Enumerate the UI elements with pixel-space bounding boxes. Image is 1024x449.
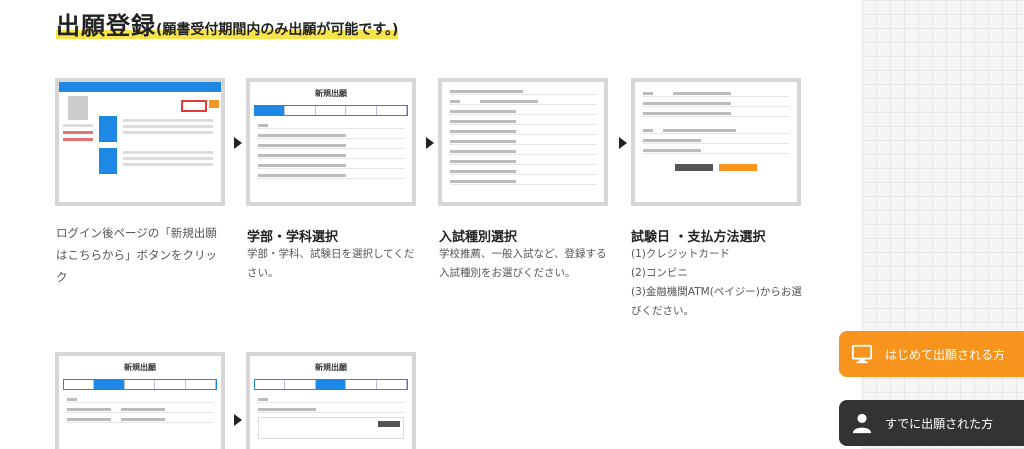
arrow-right-icon <box>426 137 434 149</box>
step3-description: 学校推薦、一般入試など、登録する 入試種別をお選びください。 <box>439 248 607 279</box>
arrow-right-icon <box>619 137 627 149</box>
step1-screenshot <box>55 78 225 206</box>
step4-description: (1)クレジットカード (2)コンビニ (3)金融機関ATM(ペイジー)からお選 びく… <box>631 248 802 317</box>
title-main: 出願登録 <box>56 12 156 40</box>
step2-description: 学部・学科、試験日を選択してくだ さい。 <box>247 248 415 279</box>
step3-screenshot <box>438 78 608 206</box>
title-sub: (願書受付期間内のみ出願が可能です。) <box>156 22 399 38</box>
step4-screenshot <box>631 78 801 206</box>
first-time-applicant-button[interactable]: はじめて出願される方 <box>839 331 1024 377</box>
step2-title: 学部・学科選択 <box>247 230 339 245</box>
already-applied-label: すでに出願された方 <box>885 416 994 431</box>
step1-description: ログイン後ページの「新規出願 はこちらから」ボタンをクリック <box>56 226 217 284</box>
arrow-right-icon <box>234 414 242 426</box>
person-icon <box>852 413 872 434</box>
first-time-applicant-label: はじめて出願される方 <box>885 347 1006 362</box>
step6-screenshot: 新規出願 <box>246 352 416 449</box>
grid-background <box>862 0 1024 449</box>
already-applied-button[interactable]: すでに出願された方 <box>839 400 1024 446</box>
arrow-right-icon <box>234 137 242 149</box>
step4-title: 試験日 ・支払方法選択 <box>631 230 766 245</box>
step2-screenshot: 新規出願 <box>246 78 416 206</box>
step3-title: 入試種別選択 <box>439 230 518 245</box>
monitor-icon <box>851 344 873 364</box>
step5-screenshot: 新規出願 <box>55 352 225 449</box>
page-title: 出願登録(願書受付期間内のみ出願が可能です。) <box>56 6 399 41</box>
